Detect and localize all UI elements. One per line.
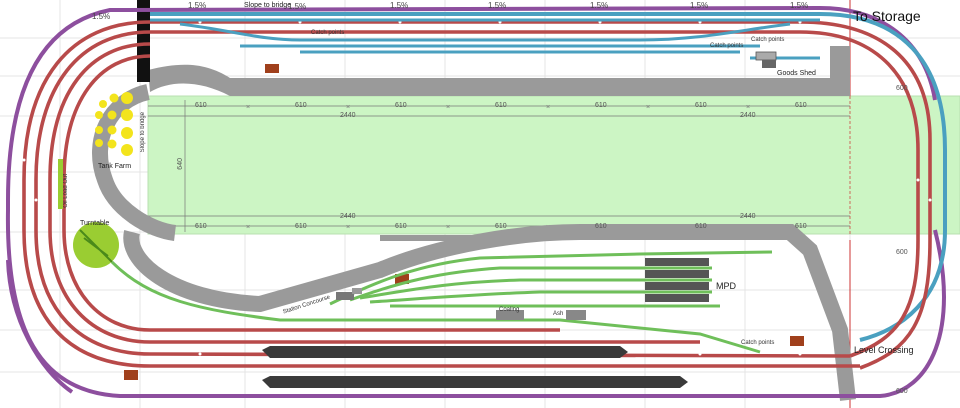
- station-platform-lower: [262, 376, 688, 388]
- station-platform-upper: [262, 346, 628, 358]
- gradient-marker-1: 1.5%: [92, 12, 111, 21]
- dim-depth: 640: [177, 158, 184, 170]
- gradient-marker-4: 1.5%: [390, 1, 409, 10]
- catch-points-label-top-right: Catch points: [751, 37, 785, 43]
- gradient-marker-2: 1.5%: [188, 1, 207, 10]
- svg-text:×: ×: [346, 104, 350, 111]
- svg-text:×: ×: [446, 224, 450, 231]
- mpd-label: MPD: [716, 281, 736, 291]
- building-upper: [265, 64, 279, 73]
- dim-side-bottom: 600: [896, 388, 908, 395]
- gradient-marker-3: 1.5%: [288, 2, 307, 11]
- catch-points-label-lower: Catch points: [741, 340, 775, 346]
- dim-total-top-1: 2440: [340, 112, 356, 119]
- concourse-building: [336, 292, 354, 300]
- concourse-kiosk: [352, 288, 362, 294]
- dim-total-bottom-2: 2440: [740, 213, 756, 220]
- svg-text:×: ×: [546, 104, 550, 111]
- baseboard-area: [147, 95, 960, 235]
- dim-segment-6: 610: [695, 102, 707, 109]
- dim-segment-5: 610: [595, 102, 607, 109]
- gradient-marker-5: 1.5%: [488, 1, 507, 10]
- platform-road-strip: [380, 235, 520, 241]
- dim-segment-8: 610: [195, 223, 207, 230]
- building-lower-left: [124, 370, 138, 380]
- track-plan-drawing: × × × × × × × × × × × ×: [0, 0, 960, 408]
- dim-segment-7: 610: [795, 102, 807, 109]
- goods-shed-ramp: [762, 60, 776, 68]
- to-storage-label: To Storage: [853, 8, 921, 24]
- gradient-marker-7: 1.5%: [690, 1, 709, 10]
- dim-segment-12: 610: [595, 223, 607, 230]
- upper-yard-tracks: [150, 18, 820, 60]
- dim-total-top-2: 2440: [740, 112, 756, 119]
- gradient-marker-8: 1.5%: [790, 1, 809, 10]
- dim-segment-11: 610: [495, 223, 507, 230]
- turntable-label: Turntable: [80, 220, 110, 227]
- goods-shed-building: [755, 51, 777, 61]
- dim-segment-13: 610: [695, 223, 707, 230]
- catch-points-label-top-left: Catch points: [311, 30, 345, 36]
- level-crossing-label: Level Crossing: [854, 345, 914, 355]
- goods-shed-label: Goods Shed: [777, 70, 816, 77]
- dim-segment-1: 610: [195, 102, 207, 109]
- svg-text:×: ×: [346, 224, 350, 231]
- dim-segment-9: 610: [295, 223, 307, 230]
- building-level-crossing: [790, 336, 804, 346]
- svg-text:×: ×: [246, 104, 250, 111]
- ash-pit: [566, 310, 586, 320]
- dim-segment-4: 610: [495, 102, 507, 109]
- catch-points-label-top-middle: Catch points: [710, 43, 744, 49]
- dim-segment-14: 610: [795, 223, 807, 230]
- slope-to-bridge-label: Slope to bridge: [140, 112, 146, 153]
- dim-segment-3: 610: [395, 102, 407, 109]
- svg-text:×: ×: [446, 104, 450, 111]
- dim-segment-10: 610: [395, 223, 407, 230]
- tank-farm-label: Tank Farm: [98, 163, 132, 170]
- dim-side-top: 600: [896, 85, 908, 92]
- dim-side-middle: 600: [896, 249, 908, 256]
- oil-load-out-label: Oil Load Out: [63, 174, 69, 208]
- coaling-label: Coaling: [499, 307, 520, 313]
- svg-text:×: ×: [646, 104, 650, 111]
- slope-to-bridge-top-label: Slope to bridge: [244, 2, 292, 9]
- svg-text:×: ×: [746, 104, 750, 111]
- bridge-pier: [137, 0, 150, 82]
- dim-total-bottom-1: 2440: [340, 213, 356, 220]
- svg-text:×: ×: [246, 224, 250, 231]
- track-plan: × × × × × × × × × × × × To Storage Level…: [0, 0, 960, 408]
- dim-segment-2: 610: [295, 102, 307, 109]
- ash-label: Ash: [553, 311, 564, 317]
- gradient-marker-6: 1.5%: [590, 1, 609, 10]
